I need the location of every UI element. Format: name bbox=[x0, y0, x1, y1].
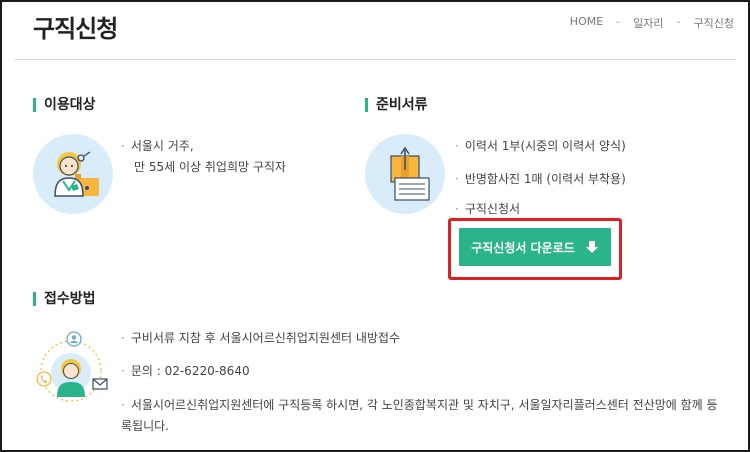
bullet-dot: · bbox=[121, 331, 125, 345]
header-divider bbox=[14, 59, 736, 60]
bullet-dot: · bbox=[121, 139, 125, 153]
breadcrumb-separator: - bbox=[676, 15, 681, 28]
eligibility-illustration bbox=[33, 134, 113, 214]
application-illustration bbox=[29, 327, 113, 411]
bullet-dot: · bbox=[455, 202, 459, 216]
application-heading: 접수방법 bbox=[33, 291, 96, 307]
documents-heading: 준비서류 bbox=[365, 97, 428, 113]
download-arrow-icon bbox=[585, 241, 598, 253]
breadcrumb-jobs[interactable]: 일자리 bbox=[633, 15, 663, 31]
breadcrumb-current: 구직신청 bbox=[693, 17, 734, 30]
eligibility-heading: 이용대상 bbox=[33, 97, 96, 113]
breadcrumb: HOME - 일자리 - 구직신청 bbox=[570, 15, 734, 31]
application-item-1: · 구비서류 지참 후 서울시어르신취업지원센터 내방접수 bbox=[121, 331, 401, 345]
documents-item-1: · 이력서 1부(시중의 이력서 양식) bbox=[455, 139, 626, 153]
document-stack-icon bbox=[390, 146, 430, 201]
download-application-button[interactable]: 구직신청서 다운로드 bbox=[459, 228, 611, 266]
breadcrumb-separator: - bbox=[616, 15, 621, 28]
contact-woman-icon bbox=[36, 331, 108, 402]
woman-with-key-icon bbox=[54, 151, 99, 197]
bullet-dot: · bbox=[455, 172, 459, 186]
eligibility-line-1: · 서울시 거주, bbox=[121, 139, 194, 153]
bullet-dot: · bbox=[455, 139, 459, 153]
download-button-label: 구직신청서 다운로드 bbox=[471, 240, 575, 255]
documents-item-3: · 구직신청서 bbox=[455, 202, 521, 216]
page-title: 구직신청 bbox=[33, 15, 118, 43]
bullet-dot: · bbox=[121, 398, 125, 412]
documents-item-2: · 반명함사진 1매 (이력서 부착용) bbox=[455, 172, 626, 186]
application-item-2: · 문의 : 02-6220-8640 bbox=[121, 364, 250, 378]
application-item-3: · 서울시어르신취업지원센터에 구직등록 하시면, 각 노인종합복지관 및 자치구… bbox=[121, 398, 718, 433]
breadcrumb-home[interactable]: HOME bbox=[570, 15, 603, 31]
bullet-dot: · bbox=[121, 364, 125, 378]
eligibility-line-2: 만 55세 이상 취업희망 구직자 bbox=[134, 160, 286, 174]
documents-illustration bbox=[365, 134, 445, 214]
